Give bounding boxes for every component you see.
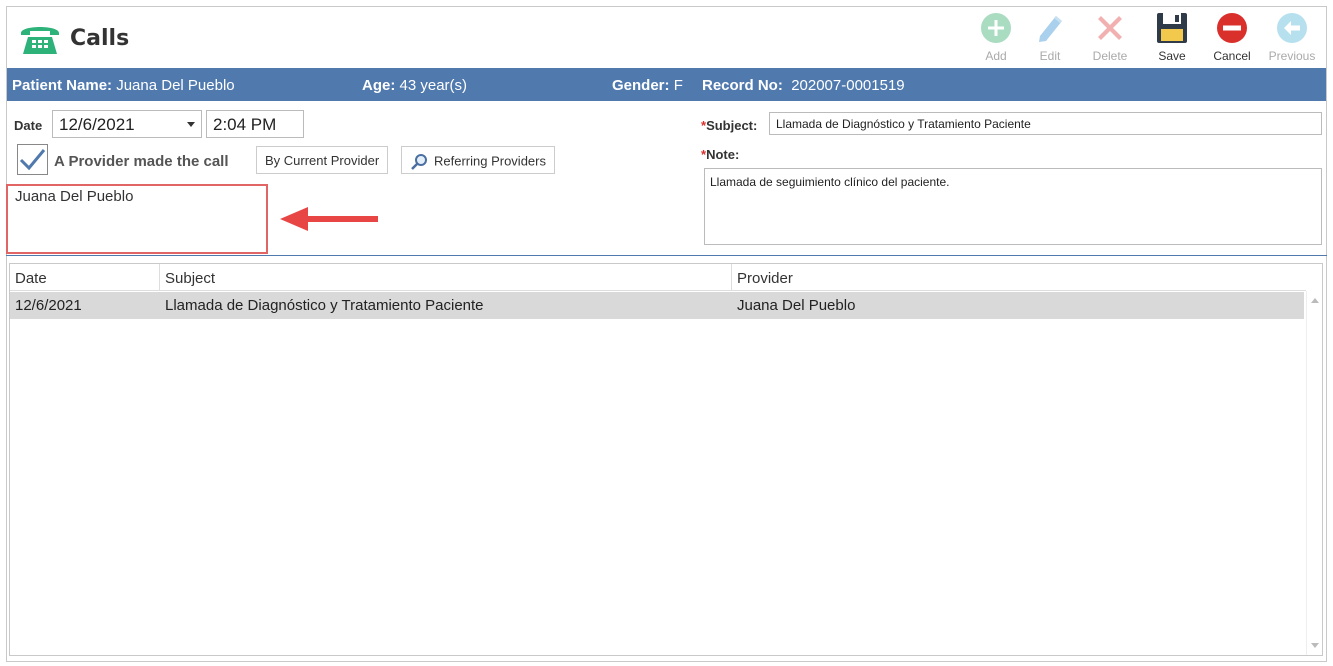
referring-providers-button[interactable]: Referring Providers xyxy=(401,146,555,174)
vertical-scrollbar[interactable] xyxy=(1306,291,1322,655)
by-current-provider-button[interactable]: By Current Provider xyxy=(256,146,389,174)
column-header-subject[interactable]: Subject xyxy=(160,264,732,291)
cell-date: 12/6/2021 xyxy=(15,297,82,314)
checkmark-icon xyxy=(19,149,46,171)
provider-name: Juana Del Pueblo xyxy=(15,188,134,205)
calls-grid: Date Subject Provider 12/6/2021 Llamada … xyxy=(9,263,1323,656)
chevron-down-icon[interactable] xyxy=(187,122,195,127)
provider-made-call-label: A Provider made the call xyxy=(54,153,229,170)
provider-made-call-checkbox[interactable] xyxy=(17,144,48,175)
cell-provider: Juana Del Pueblo xyxy=(737,297,856,314)
cell-subject: Llamada de Diagnóstico y Tratamiento Pac… xyxy=(165,297,484,314)
date-label: Date xyxy=(14,118,43,133)
table-row[interactable]: 12/6/2021 Llamada de Diagnóstico y Trata… xyxy=(10,292,1304,319)
note-textarea[interactable]: Llamada de seguimiento clínico del pacie… xyxy=(704,168,1322,245)
grid-header: Date Subject Provider xyxy=(10,264,1306,291)
scroll-up-icon[interactable] xyxy=(1311,298,1319,303)
time-input[interactable]: 2:04 PM xyxy=(206,110,304,138)
form-area: Date 12/6/2021 2:04 PM A Provider made t… xyxy=(6,6,1327,662)
column-header-provider[interactable]: Provider xyxy=(732,264,1306,291)
subject-input[interactable]: Llamada de Diagnóstico y Tratamiento Pac… xyxy=(769,112,1322,135)
note-label: *Note: xyxy=(701,147,740,162)
magnifier-icon xyxy=(411,154,427,170)
section-divider xyxy=(6,255,1327,256)
date-picker[interactable]: 12/6/2021 xyxy=(52,110,202,138)
scroll-down-icon[interactable] xyxy=(1311,643,1319,648)
subject-label: *Subject: xyxy=(701,118,758,133)
column-header-date[interactable]: Date xyxy=(10,264,160,291)
arrow-left-icon xyxy=(280,207,378,231)
date-value: 12/6/2021 xyxy=(59,115,135,134)
